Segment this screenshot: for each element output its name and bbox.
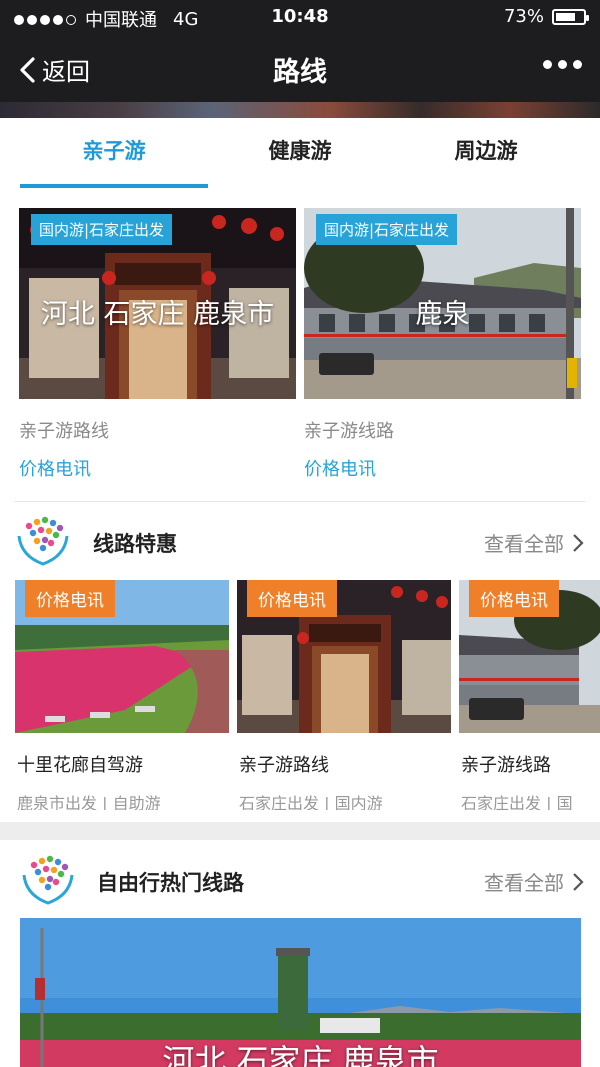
active-tab-indicator	[20, 184, 208, 188]
featured-photo-caption: 河北 石家庄 鹿泉市	[162, 1042, 439, 1067]
price-tag: 价格电讯	[247, 580, 337, 617]
route-tag: 国内游|石家庄出发	[31, 214, 173, 245]
free-travel-section-header: 自由行热门线路 查看全部	[0, 853, 600, 913]
banner-image-strip	[0, 102, 600, 118]
deal-title: 十里花廊自驾游	[17, 755, 143, 776]
deal-photo: 价格电讯	[459, 580, 600, 733]
divider	[15, 501, 585, 502]
tab-label: 健康游	[268, 139, 332, 163]
deal-photo: 价格电讯	[237, 580, 451, 733]
route-card[interactable]: 国内游|石家庄出发 鹿泉 亲子游线路 价格电讯	[304, 208, 581, 488]
deal-title: 亲子游路线	[239, 755, 329, 776]
deal-card[interactable]: 价格电讯 亲子游线路 石家庄出发 | 国	[459, 580, 600, 810]
route-price: 价格电讯	[304, 459, 376, 480]
section-title: 线路特惠	[93, 532, 177, 556]
price-tag: 价格电讯	[25, 580, 115, 617]
page-title: 路线	[273, 57, 327, 88]
tab-label: 周边游	[454, 139, 518, 163]
battery-percent: 73%	[503, 6, 544, 27]
view-all-label: 查看全部	[484, 871, 564, 895]
view-all-deals-link[interactable]: 查看全部	[484, 528, 584, 557]
deal-title: 亲子游线路	[461, 755, 551, 776]
route-photo: 国内游|石家庄出发 河北 石家庄 鹿泉市	[19, 208, 296, 399]
deals-section-header: 线路特惠 查看全部	[0, 514, 600, 574]
category-tabs: 亲子游 健康游 周边游	[0, 118, 600, 188]
tab-label: 亲子游	[82, 139, 146, 163]
deal-card[interactable]: 价格电讯 亲子游路线 石家庄出发 | 国内游	[237, 580, 451, 810]
section-title: 自由行热门线路	[97, 871, 244, 895]
tab-nearby-trip[interactable]: 周边游	[392, 118, 580, 188]
route-tag: 国内游|石家庄出发	[316, 214, 458, 245]
route-price: 价格电讯	[19, 459, 91, 480]
price-tag: 价格电讯	[469, 580, 559, 617]
route-photo-caption: 鹿泉	[415, 299, 470, 330]
tab-health-trip[interactable]: 健康游	[206, 118, 394, 188]
route-photo-caption: 河北 石家庄 鹿泉市	[40, 299, 275, 330]
featured-route-card[interactable]: 河北 石家庄 鹿泉市	[20, 918, 581, 1067]
heart-logo-icon	[17, 516, 69, 566]
more-options-icon[interactable]	[543, 60, 582, 69]
route-name: 亲子游路线	[19, 421, 109, 442]
battery-icon	[552, 8, 589, 25]
route-card[interactable]: 国内游|石家庄出发 河北 石家庄 鹿泉市 亲子游路线 价格电讯	[19, 208, 296, 488]
chevron-right-icon	[573, 533, 584, 552]
heart-logo-icon	[22, 855, 74, 905]
view-all-label: 查看全部	[484, 532, 564, 556]
deal-card[interactable]: 价格电讯 十里花廊自驾游 鹿泉市出发 | 自助游	[15, 580, 229, 810]
status-bar: 中国联通 4G 10:48 73%	[0, 0, 600, 34]
deal-subtitle: 石家庄出发 | 国内游	[239, 794, 383, 810]
tab-family-trip[interactable]: 亲子游	[20, 118, 208, 188]
chevron-right-icon	[573, 872, 584, 891]
view-all-free-travel-link[interactable]: 查看全部	[484, 867, 584, 896]
section-separator	[0, 822, 600, 840]
route-name: 亲子游线路	[304, 421, 394, 442]
deals-carousel[interactable]: 价格电讯 十里花廊自驾游 鹿泉市出发 | 自助游 价格电讯 亲子游路线 石家庄出…	[0, 580, 600, 810]
navigation-bar: 返回 路线	[0, 34, 600, 102]
deal-subtitle: 石家庄出发 | 国	[461, 794, 573, 810]
deal-subtitle: 鹿泉市出发 | 自助游	[17, 794, 161, 810]
deal-photo: 价格电讯	[15, 580, 229, 733]
route-photo: 国内游|石家庄出发 鹿泉	[304, 208, 581, 399]
